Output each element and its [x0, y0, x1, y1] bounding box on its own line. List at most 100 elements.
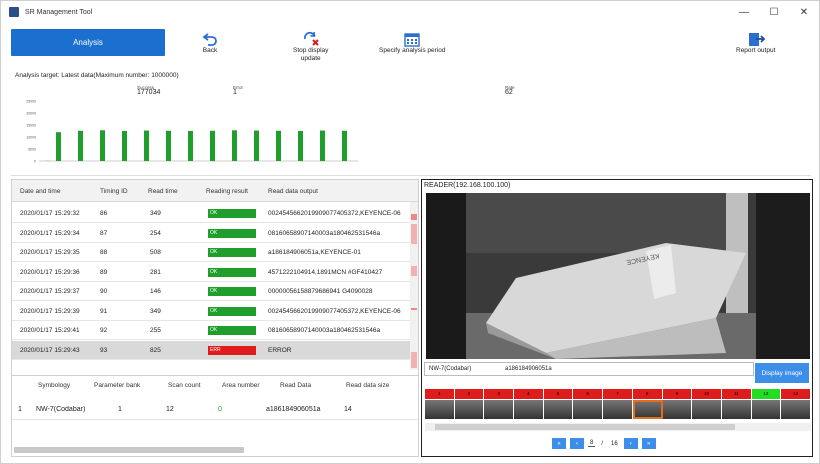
last-page-button[interactable]: »	[641, 438, 656, 449]
row-date: 2020/01/17 15:29:35	[20, 249, 80, 256]
row-read-data-output: 0024545662019909077405372,KEYENCE-06	[268, 307, 401, 315]
image-thumbnail[interactable]	[454, 400, 485, 419]
sym-read-data: a186184906051a	[266, 406, 321, 413]
table-row[interactable]: 2020/01/17 15:29:37 90 146 OK 00000056158879…	[12, 282, 410, 301]
symbology-row[interactable]: 1 NW-7(Codabar) 1 12 0 a186184906051a 14	[12, 400, 418, 420]
sym-size: 14	[344, 406, 352, 413]
read-indicator[interactable]: 12	[751, 389, 782, 399]
read-indicator[interactable]: 13	[781, 389, 811, 399]
row-date: 2020/01/17 15:29:39	[20, 307, 80, 315]
report-output-button[interactable]: Report output	[736, 31, 775, 55]
image-thumbnail[interactable]	[425, 400, 455, 419]
thumbnail-strip	[425, 400, 811, 419]
y-tick-label: 15000	[26, 124, 36, 128]
read-indicator[interactable]: 4	[514, 389, 544, 399]
image-thumbnail[interactable]	[573, 400, 604, 419]
read-info-row: NW-7(Codabar) a186184906051a	[424, 362, 754, 376]
analysis-button[interactable]: Analysis	[11, 29, 165, 56]
calendar-icon	[403, 31, 421, 47]
col-read-data[interactable]: Read Data	[280, 382, 311, 389]
read-indicator[interactable]: 8	[632, 389, 663, 399]
chart-bar	[188, 131, 193, 161]
row-read-data-output: 0024545662019909077405372,KEYENCE-06	[268, 210, 401, 217]
col-timing[interactable]: Timing ID	[100, 188, 128, 195]
read-indicator[interactable]: 11	[721, 389, 752, 399]
image-thumbnail[interactable]	[484, 400, 515, 419]
read-indicator[interactable]: 2	[454, 389, 485, 399]
read-indicator[interactable]: 3	[484, 389, 515, 399]
left-horizontal-scrollbar[interactable]	[14, 447, 244, 453]
sym-index: 1	[18, 406, 22, 413]
chart-bar	[144, 130, 149, 161]
reader-pane: READER(192.168.100.100) KEYENCE NW-7(Cod…	[421, 179, 813, 457]
display-image-button[interactable]: Display image	[755, 363, 809, 383]
table-row[interactable]: 2020/01/17 15:29:35 88 508 OK a186184906051a…	[12, 243, 410, 262]
maximize-button[interactable]: ☐	[759, 1, 789, 23]
read-indicator[interactable]: 7	[603, 389, 633, 399]
row-date: 2020/01/17 15:29:36	[20, 268, 80, 276]
chart-bar	[122, 131, 127, 161]
row-read-time: 508	[150, 249, 161, 256]
prev-page-button[interactable]: ‹	[570, 438, 584, 449]
table-row[interactable]: 2020/01/17 15:29:43 93 825 ERR ERROR	[12, 340, 410, 360]
reading-result-badge: OK	[208, 326, 256, 335]
specify-period-button[interactable]: Specify analysis period	[379, 31, 445, 55]
chart-bar	[254, 130, 259, 161]
row-date: 2020/01/17 15:29:34	[20, 229, 80, 237]
image-thumbnail[interactable]	[751, 400, 782, 419]
page-current[interactable]: 8	[588, 440, 596, 447]
chart-bar	[56, 132, 61, 161]
next-page-button[interactable]: ›	[623, 438, 638, 449]
col-reading-result[interactable]: Reading result	[206, 188, 248, 195]
code-value: a186184906051a	[505, 366, 552, 372]
image-thumbnail[interactable]	[692, 400, 722, 419]
image-thumbnail[interactable]	[781, 400, 811, 419]
close-button[interactable]: ✕	[789, 1, 819, 23]
col-parameter-bank[interactable]: Parameter bank	[94, 382, 140, 389]
stop-refresh-icon	[302, 31, 320, 47]
col-read-data-size[interactable]: Read data size	[346, 382, 389, 389]
thumbnail-scrollbar[interactable]	[425, 423, 811, 431]
chart-bar	[232, 130, 237, 161]
sym-bank: 1	[118, 406, 122, 413]
image-thumbnail[interactable]	[514, 400, 544, 419]
read-indicator[interactable]: 5	[543, 389, 574, 399]
image-thumbnail[interactable]	[603, 400, 633, 419]
table-row[interactable]: 2020/01/17 15:29:34 87 254 OK 08160658907140…	[12, 224, 410, 243]
read-indicator[interactable]: 10	[692, 389, 722, 399]
table-row[interactable]: 2020/01/17 15:29:39 91 349 OK 00245456620199…	[12, 302, 410, 321]
col-symbology[interactable]: Symbology	[38, 382, 70, 389]
reading-result-badge: OK	[208, 228, 256, 238]
table-row[interactable]: 2020/01/17 15:29:41 92 255 OK 08160658907140…	[12, 321, 410, 340]
toolbar: Analysis Back Stop display update Specif…	[1, 25, 819, 69]
app-icon	[9, 7, 19, 17]
reading-result-badge: OK	[208, 209, 256, 218]
history-vertical-scrollbar[interactable]	[410, 202, 418, 370]
table-row[interactable]: 2020/01/17 15:29:36 89 281 OK 4571222104914,…	[12, 263, 410, 282]
chart-bar	[320, 130, 325, 161]
image-thumbnail[interactable]	[662, 400, 693, 419]
col-date[interactable]: Date and time	[20, 188, 60, 195]
stop-display-update-button[interactable]: Stop display update	[293, 31, 328, 63]
col-read-data-output[interactable]: Read data output	[268, 188, 318, 195]
col-scan-count[interactable]: Scan count	[168, 382, 201, 389]
image-thumbnail[interactable]	[721, 400, 752, 419]
image-thumbnail[interactable]	[543, 400, 574, 419]
back-button[interactable]: Back	[201, 31, 219, 55]
minimize-button[interactable]: —	[729, 1, 759, 23]
col-read-time[interactable]: Read time	[148, 188, 178, 195]
row-timing-id: 91	[100, 307, 108, 315]
first-page-button[interactable]: «	[552, 438, 566, 449]
row-timing-id: 87	[100, 229, 108, 237]
read-indicator[interactable]: 6	[573, 389, 604, 399]
row-read-data-output: a186184906051a,KEYENCE-01	[268, 249, 361, 256]
image-thumbnail[interactable]	[632, 400, 663, 419]
row-timing-id: 86	[100, 210, 108, 217]
read-indicator[interactable]: 1	[425, 389, 455, 399]
read-indicator[interactable]: 9	[662, 389, 693, 399]
table-row[interactable]: 2020/01/17 15:29:32 86 349 OK 00245456620199…	[12, 204, 410, 223]
camera-image: KEYENCE	[426, 193, 810, 359]
col-area-number[interactable]: Area number	[222, 382, 260, 389]
y-tick-label: 0	[34, 160, 36, 164]
row-read-time: 146	[150, 288, 161, 295]
